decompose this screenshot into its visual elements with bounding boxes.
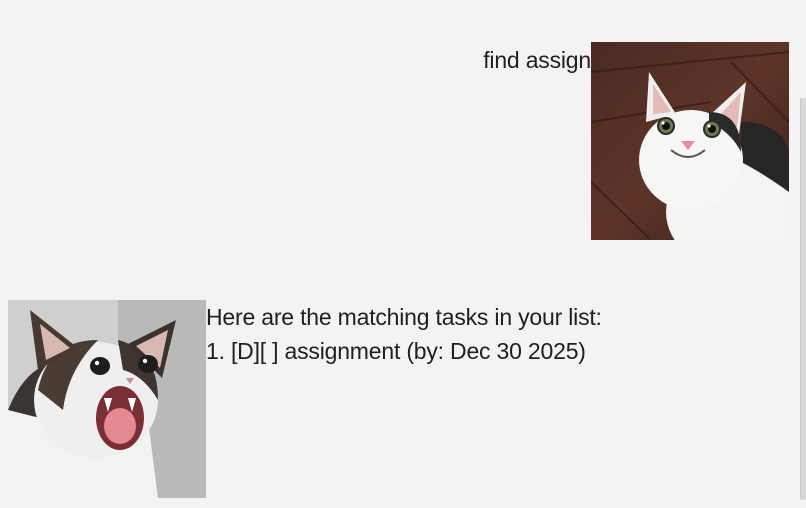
bot-dialog: Here are the matching tasks in your list… <box>8 300 602 498</box>
bot-cat-avatar-icon <box>8 300 206 498</box>
chat-window: find assign Here are the matching tasks … <box>0 0 806 508</box>
bot-message-text: Here are the matching tasks in your list… <box>206 300 602 368</box>
user-dialog: find assign <box>483 42 789 240</box>
bot-message-line: 1. [D][ ] assignment (by: Dec 30 2025) <box>206 338 586 364</box>
bot-message-line: Here are the matching tasks in your list… <box>206 304 602 330</box>
vertical-scrollbar[interactable] <box>800 98 806 500</box>
user-cat-avatar-icon <box>591 42 789 240</box>
user-message-text: find assign <box>483 47 591 73</box>
